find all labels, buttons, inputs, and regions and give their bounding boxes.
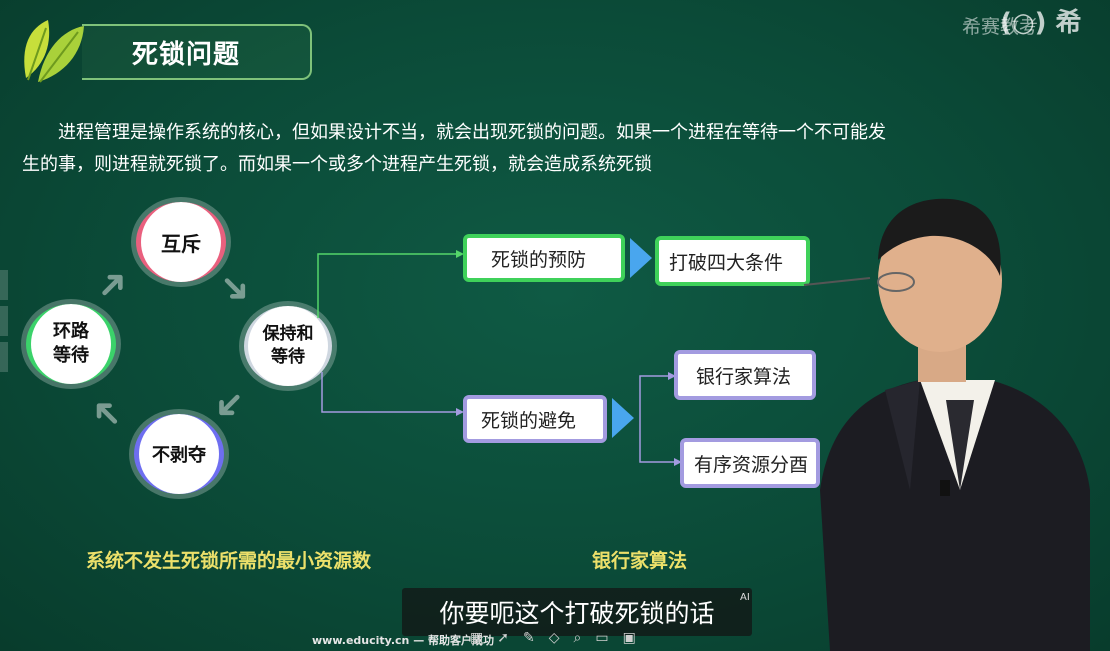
banker-algorithm-link[interactable]: 银行家算法 — [592, 546, 687, 573]
pointer-icon[interactable]: ➚ — [497, 630, 509, 646]
comment-icon[interactable]: ▭ — [595, 630, 608, 646]
screen-icon[interactable]: ▣ — [623, 630, 636, 646]
ai-badge: AI — [740, 592, 750, 603]
video-subtitle: 你要呃这个打破死锁的话 — [402, 588, 752, 636]
player-toolbar: ▦ ➚ ✎ ◇ ⌕ ▭ ▣ — [470, 630, 636, 646]
arrow-right-icon — [612, 398, 634, 438]
deadlock-prevention-box: 死锁的预防 — [463, 234, 625, 282]
eraser-icon[interactable]: ◇ — [549, 630, 560, 646]
arrow-right-icon — [630, 238, 652, 278]
deadlock-avoidance-box: 死锁的避免 — [463, 395, 607, 443]
pen-icon[interactable]: ✎ — [523, 630, 535, 646]
min-resources-link[interactable]: 系统不发生死锁所需的最小资源数 — [86, 546, 371, 573]
break-four-conditions-box: 打破四大条件 — [655, 236, 810, 286]
grid-icon[interactable]: ▦ — [470, 630, 483, 646]
presenter-image — [803, 198, 1090, 651]
search-icon[interactable]: ⌕ — [573, 630, 581, 646]
footer-url: www.educity.cn — 帮助客户成功 — [312, 634, 495, 647]
